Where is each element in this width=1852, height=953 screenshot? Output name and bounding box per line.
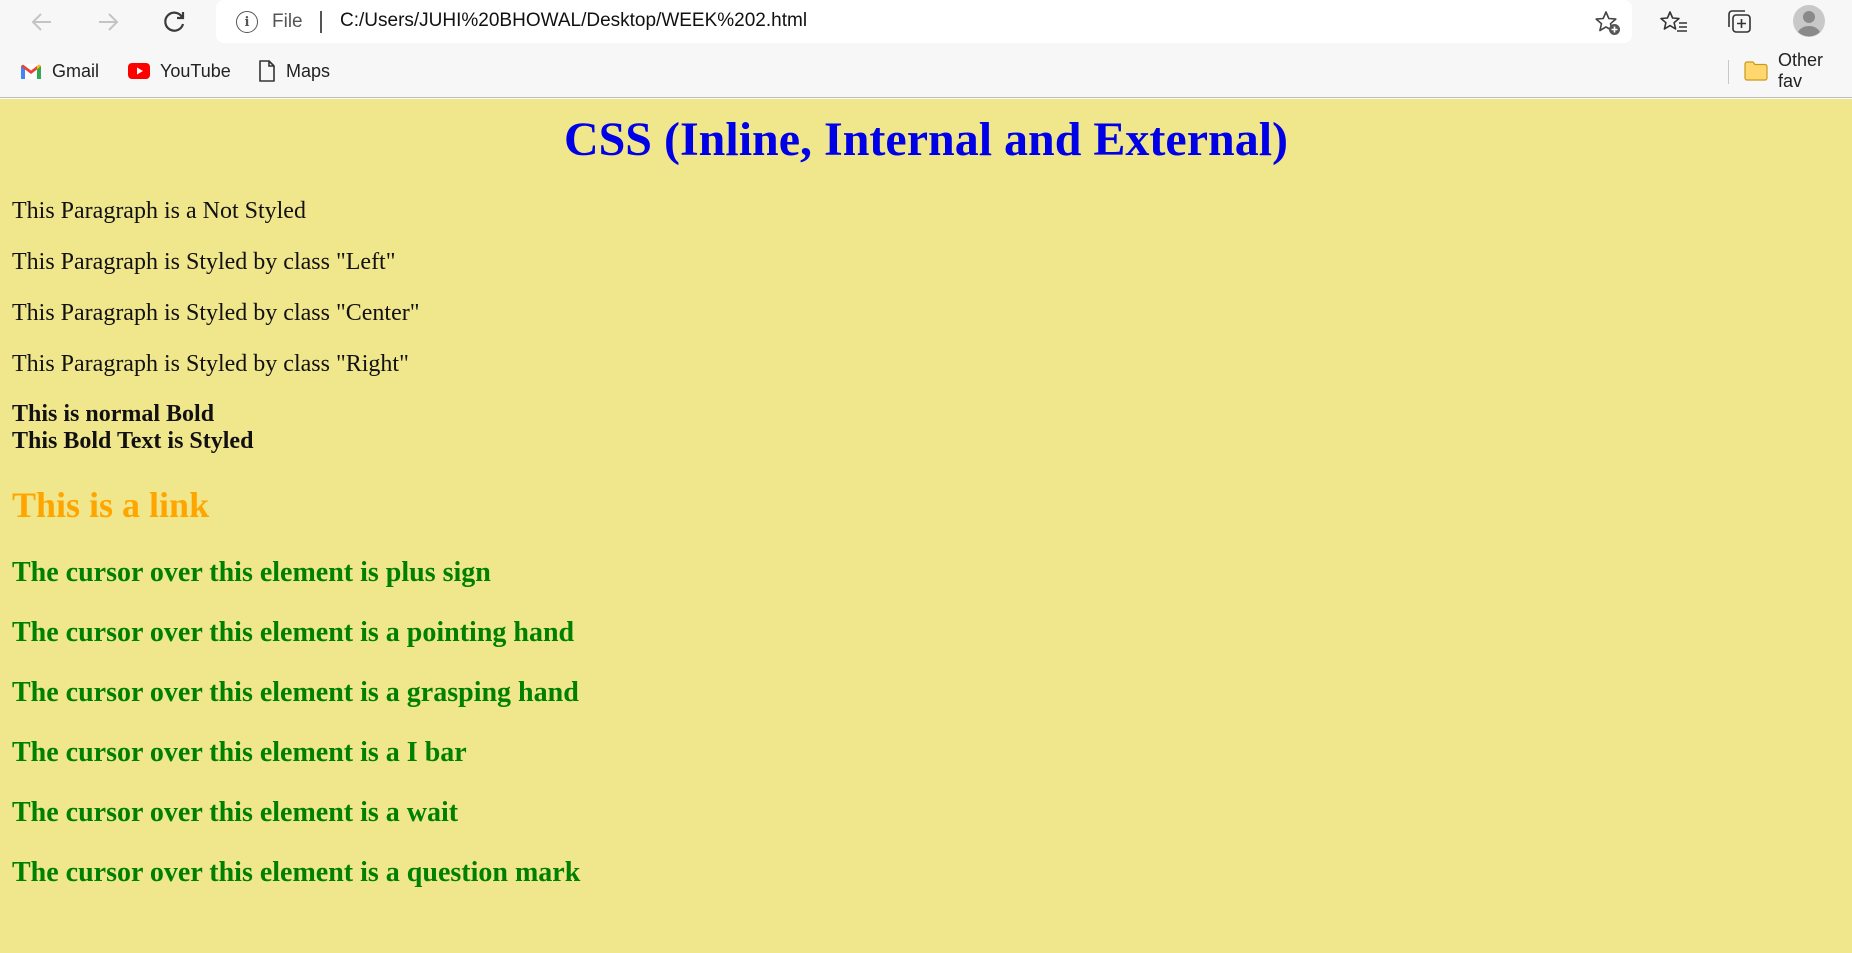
paragraph-left: This Paragraph is Styled by class "Left" [12,249,396,275]
bold-styled-text: This Bold Text is Styled [12,428,254,454]
paragraph-center: This Paragraph is Styled by class "Cente… [12,300,420,326]
cursor-pointer-item[interactable]: The cursor over this element is a pointi… [12,617,574,649]
file-scheme-label: File [272,11,303,32]
gmail-icon [21,64,41,79]
bookmark-label: Gmail [52,60,100,81]
profile-avatar-icon[interactable] [1792,4,1826,38]
bookmark-gmail[interactable]: Gmail [20,58,99,84]
site-info-icon[interactable]: i [236,11,258,33]
paragraph-not-styled: This Paragraph is a Not Styled [12,198,306,224]
page-title: CSS (Inline, Internal and External) [563,113,1289,166]
reload-icon[interactable] [156,4,192,40]
address-bar[interactable]: i File C:/Users/JUHI%20BHOWAL/Desktop/WE… [216,0,1632,43]
cursor-crosshair-item[interactable]: The cursor over this element is plus sig… [12,557,491,589]
page-link[interactable]: This is a link [12,485,209,525]
folder-icon [1744,61,1768,81]
bookmark-maps[interactable]: Maps [258,58,330,84]
bookmark-youtube[interactable]: YouTube [128,58,231,84]
bookmarks-divider [1728,60,1729,84]
add-favorite-icon[interactable] [1594,9,1622,37]
youtube-icon [128,63,150,79]
bookmark-label: Maps [286,60,331,81]
cursor-wait-item[interactable]: The cursor over this element is a wait [12,797,458,829]
forward-arrow-icon[interactable] [90,4,126,40]
paragraph-right: This Paragraph is Styled by class "Right… [12,351,409,377]
back-arrow-icon[interactable] [24,4,60,40]
bookmarks-bar: Gmail YouTube Maps Other fav [0,44,1852,98]
bookmark-other-favorites[interactable]: Other fav [1744,50,1852,91]
cursor-grab-item[interactable]: The cursor over this element is a graspi… [12,677,579,709]
address-separator [320,11,322,33]
favorites-icon[interactable] [1658,6,1690,38]
cursor-text-item[interactable]: The cursor over this element is a I bar [12,737,467,769]
collections-icon[interactable] [1724,6,1756,38]
bookmark-label: Other fav [1778,50,1824,91]
document-icon [259,60,275,82]
cursor-help-item[interactable]: The cursor over this element is a questi… [12,857,580,889]
bookmark-label: YouTube [160,60,231,81]
browser-toolbar: i File C:/Users/JUHI%20BHOWAL/Desktop/WE… [0,0,1852,44]
page-content: CSS (Inline, Internal and External) This… [0,99,1852,953]
url-input[interactable]: C:/Users/JUHI%20BHOWAL/Desktop/WEEK%202.… [340,10,807,32]
bold-normal-text: This is normal Bold [12,401,215,427]
